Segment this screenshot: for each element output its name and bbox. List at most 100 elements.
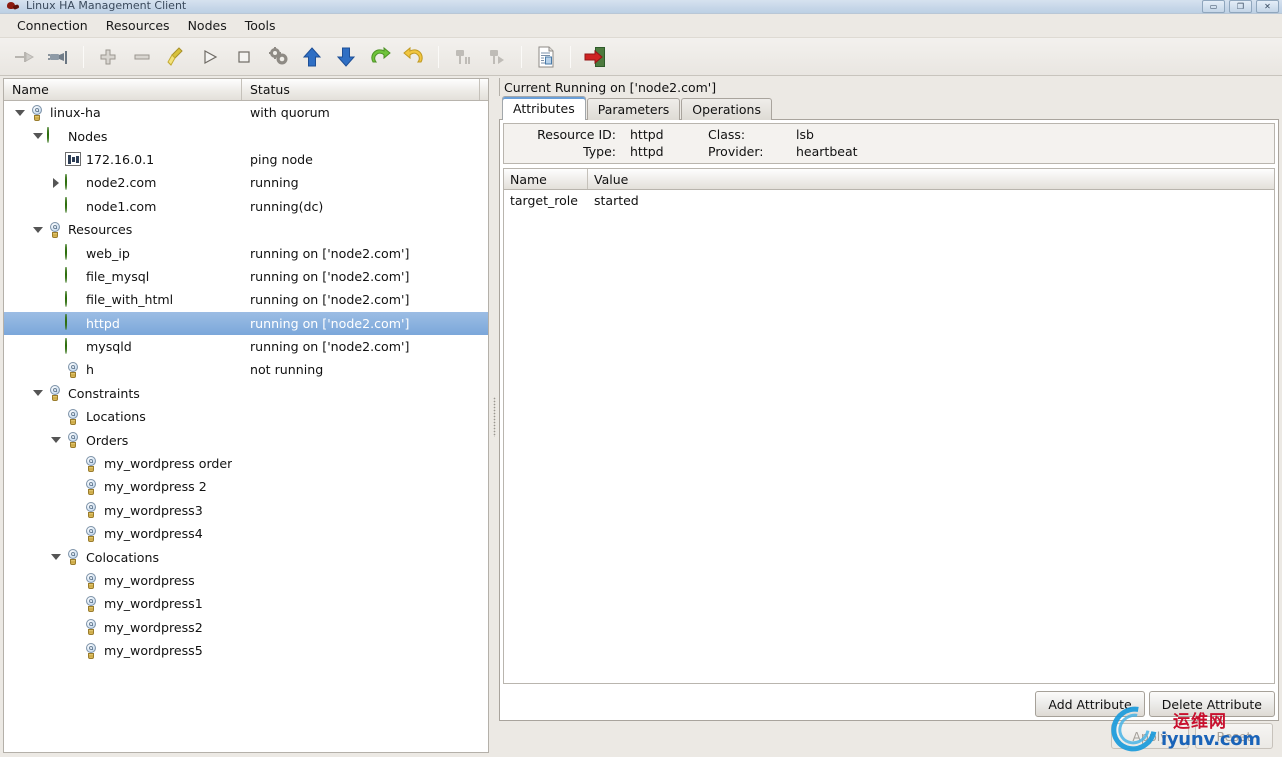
manage-gears-icon[interactable] xyxy=(261,41,295,73)
bulb-icon xyxy=(46,384,64,402)
tree-row[interactable]: httpd running on ['node2.com'] xyxy=(4,311,488,335)
tree-row-label: httpd xyxy=(86,315,120,331)
connect-icon[interactable] xyxy=(42,41,76,73)
disconnect-icon[interactable] xyxy=(8,41,42,73)
attribute-row[interactable]: target_role started xyxy=(504,190,1274,211)
chevron-down-icon[interactable] xyxy=(48,549,64,565)
tree-row-status: running on ['node2.com'] xyxy=(250,315,410,331)
provider-value: heartbeat xyxy=(796,144,858,159)
tab-operations[interactable]: Operations xyxy=(681,98,772,120)
twist-spacer xyxy=(66,643,82,659)
start-icon[interactable] xyxy=(193,41,227,73)
tree-row-label: Orders xyxy=(86,432,129,448)
attributes-table-body[interactable]: target_role started xyxy=(504,190,1274,683)
menu-tools[interactable]: Tools xyxy=(236,15,285,36)
minimize-icon: ▭ xyxy=(1209,1,1218,11)
chevron-down-icon[interactable] xyxy=(48,432,64,448)
tree-row[interactable]: my_wordpress2 xyxy=(4,616,488,639)
move-up-icon[interactable] xyxy=(295,41,329,73)
detail-panel: Current Running on ['node2.com'] Attribu… xyxy=(499,78,1279,753)
pane-splitter[interactable] xyxy=(489,76,499,757)
chevron-down-icon[interactable] xyxy=(30,128,46,144)
tree-row-label: web_ip xyxy=(86,245,130,261)
cluster-tree-panel: Name Status linux-ha with quorum Nodes 172.… xyxy=(3,78,489,753)
tree-body[interactable]: linux-ha with quorum Nodes 172.16.0.1 ping n… xyxy=(4,101,488,752)
tree-row[interactable]: Locations xyxy=(4,405,488,428)
tree-row[interactable]: file_with_html running on ['node2.com'] xyxy=(4,288,488,311)
ping-node-icon xyxy=(64,150,82,168)
node-status-green-icon xyxy=(64,173,82,192)
move-down-icon[interactable] xyxy=(329,41,363,73)
chevron-down-icon[interactable] xyxy=(30,385,46,401)
tree-row[interactable]: node1.com running(dc) xyxy=(4,195,488,218)
delete-attribute-button[interactable]: Delete Attribute xyxy=(1148,691,1275,717)
bulb-icon xyxy=(82,455,100,473)
tree-row-label: 172.16.0.1 xyxy=(86,151,155,167)
minimize-button[interactable]: ▭ xyxy=(1202,0,1225,13)
cleanup-broom-icon[interactable] xyxy=(159,41,193,73)
tree-row[interactable]: Resources xyxy=(4,218,488,241)
add-icon[interactable] xyxy=(91,41,125,73)
reset-button[interactable]: Reset xyxy=(1195,723,1273,749)
tree-row[interactable]: my_wordpress order xyxy=(4,452,488,475)
migrate-icon[interactable] xyxy=(363,41,397,73)
attribute-actions: Add Attribute Delete Attribute xyxy=(500,687,1278,720)
window-controls: ▭ ❐ ✕ xyxy=(1202,0,1279,13)
tree-row-label: Constraints xyxy=(68,385,140,401)
chevron-right-icon[interactable] xyxy=(48,175,64,191)
quit-exit-icon[interactable] xyxy=(578,41,612,73)
unmigrate-icon[interactable] xyxy=(397,41,431,73)
attr-col-name[interactable]: Name xyxy=(504,169,588,189)
remove-icon[interactable] xyxy=(125,41,159,73)
tree-row[interactable]: linux-ha with quorum xyxy=(4,101,488,124)
tree-header: Name Status xyxy=(4,79,488,101)
tab-parameters[interactable]: Parameters xyxy=(586,98,681,120)
tree-col-status[interactable]: Status xyxy=(242,79,480,100)
close-button[interactable]: ✕ xyxy=(1256,0,1279,13)
tree-row[interactable]: 172.16.0.1 ping node xyxy=(4,148,488,171)
tree-row[interactable]: Orders xyxy=(4,428,488,451)
apply-button[interactable]: Apply xyxy=(1111,723,1189,749)
tree-row[interactable]: Colocations xyxy=(4,545,488,568)
tree-row[interactable]: mysqld running on ['node2.com'] xyxy=(4,335,488,358)
twist-spacer xyxy=(48,409,64,425)
attr-col-value[interactable]: Value xyxy=(588,169,1274,189)
node-status-green-icon xyxy=(64,314,82,332)
menu-resources[interactable]: Resources xyxy=(97,15,179,36)
tree-row[interactable]: my_wordpress5 xyxy=(4,639,488,662)
tree-row-status: ping node xyxy=(250,151,313,167)
tree-row[interactable]: my_wordpress3 xyxy=(4,499,488,522)
tree-row[interactable]: Constraints xyxy=(4,382,488,405)
tree-row-label: file_mysql xyxy=(86,268,150,284)
bulb-icon xyxy=(82,595,100,613)
tree-col-name[interactable]: Name xyxy=(4,79,242,100)
tree-row-label: h xyxy=(86,362,94,378)
add-attribute-button[interactable]: Add Attribute xyxy=(1035,691,1145,717)
tree-row[interactable]: my_wordpress xyxy=(4,569,488,592)
tree-row-status: not running xyxy=(250,362,324,378)
tree-row[interactable]: node2.com running xyxy=(4,171,488,194)
menu-connection[interactable]: Connection xyxy=(8,15,97,36)
tab-attributes[interactable]: Attributes xyxy=(502,96,586,120)
menu-nodes[interactable]: Nodes xyxy=(179,15,236,36)
tree-row[interactable]: file_mysql running on ['node2.com'] xyxy=(4,265,488,288)
tree-row[interactable]: my_wordpress4 xyxy=(4,522,488,545)
chevron-down-icon[interactable] xyxy=(12,105,28,121)
tree-row-status: running(dc) xyxy=(250,198,324,214)
tree-row[interactable]: my_wordpress 2 xyxy=(4,475,488,498)
twist-spacer xyxy=(48,339,64,355)
tree-row[interactable]: h not running xyxy=(4,358,488,381)
tree-row[interactable]: my_wordpress1 xyxy=(4,592,488,615)
chevron-down-icon[interactable] xyxy=(30,222,46,238)
close-icon: ✕ xyxy=(1264,1,1271,11)
tree-row-status: with quorum xyxy=(250,105,330,121)
maximize-button[interactable]: ❐ xyxy=(1229,0,1252,13)
toolbar-separator-2 xyxy=(438,45,439,68)
detail-header: Current Running on ['node2.com'] xyxy=(499,78,1279,96)
toolbar-separator-3 xyxy=(521,45,522,68)
stop-icon[interactable] xyxy=(227,41,261,73)
tree-row[interactable]: Nodes xyxy=(4,124,488,147)
tree-row[interactable]: web_ip running on ['node2.com'] xyxy=(4,241,488,264)
cib-document-icon[interactable] xyxy=(529,41,563,73)
resource-info-box: Resource ID: httpd Class: lsb Type: http… xyxy=(503,123,1275,164)
